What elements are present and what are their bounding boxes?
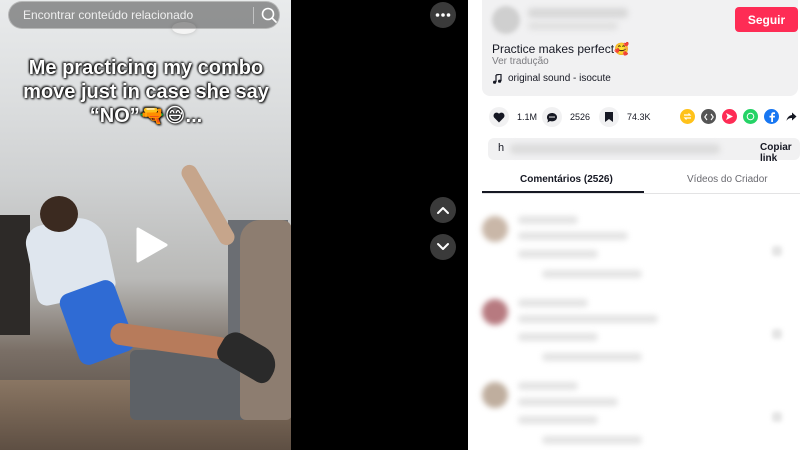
previous-video-button[interactable] xyxy=(430,197,456,223)
tab-comments[interactable]: Comentários (2526) xyxy=(520,174,613,185)
username-redacted xyxy=(528,8,628,18)
facebook-icon[interactable] xyxy=(764,109,779,124)
play-icon xyxy=(136,227,168,263)
details-panel: Seguir Practice makes perfect🥰 Ver tradu… xyxy=(468,0,800,450)
search-bar xyxy=(8,1,280,29)
scene-person2-arm xyxy=(178,162,238,248)
comment-text-redacted xyxy=(518,232,628,240)
comment-avatar[interactable] xyxy=(482,299,508,325)
comment-meta-redacted xyxy=(518,333,598,341)
comment-username-redacted xyxy=(518,216,578,224)
comment-like-icon[interactable] xyxy=(772,246,782,256)
comment-text-redacted xyxy=(518,398,618,406)
search-divider xyxy=(253,7,254,24)
likes-count: 1.1M xyxy=(517,112,538,122)
like-button[interactable]: 1.1M xyxy=(489,105,537,129)
comment-item xyxy=(482,378,792,450)
comment-item xyxy=(482,295,792,375)
video-link-box: h Copiar link xyxy=(488,138,800,164)
actions-row: 1.1M 2526 74.3K xyxy=(482,105,798,129)
music-note-icon xyxy=(493,73,502,84)
comment-icon xyxy=(542,107,562,127)
video-stage: Me practicing my combo move just in case… xyxy=(0,0,468,450)
comment-button[interactable]: 2526 xyxy=(542,105,590,129)
copy-link-button[interactable]: Copiar link xyxy=(760,142,800,164)
search-icon xyxy=(261,7,277,23)
see-translation-link[interactable]: Ver tradução xyxy=(492,56,549,67)
post-info-card: Seguir Practice makes perfect🥰 Ver tradu… xyxy=(482,0,798,96)
follow-button[interactable]: Seguir xyxy=(735,7,798,32)
scene-door xyxy=(0,215,30,335)
whatsapp-icon[interactable] xyxy=(743,109,758,124)
sound-name: original sound - isocute xyxy=(508,73,611,84)
comment-replies-redacted xyxy=(542,353,642,361)
more-options-button[interactable] xyxy=(430,2,456,28)
comment-username-redacted xyxy=(518,299,588,307)
bookmark-icon xyxy=(599,107,619,127)
comment-meta-redacted xyxy=(518,250,598,258)
sound-link[interactable]: original sound - isocute xyxy=(492,73,611,84)
comment-replies-redacted xyxy=(542,270,642,278)
comment-like-icon[interactable] xyxy=(772,329,782,339)
tab-creator-videos[interactable]: Vídeos do Criador xyxy=(687,174,768,185)
chevron-up-icon xyxy=(437,207,449,214)
saves-count: 74.3K xyxy=(627,112,651,122)
search-input[interactable] xyxy=(23,2,243,28)
video-player[interactable]: Me practicing my combo move just in case… xyxy=(0,0,291,450)
video-link-prefix: h xyxy=(498,142,505,154)
panel-tabs: Comentários (2526) Vídeos do Criador xyxy=(482,166,800,194)
send-icon[interactable] xyxy=(722,109,737,124)
comment-username-redacted xyxy=(518,382,578,390)
comment-meta-redacted xyxy=(518,416,598,424)
video-link-redacted xyxy=(510,144,720,154)
scene-person1-head xyxy=(40,196,78,232)
repost-icon[interactable] xyxy=(680,109,695,124)
comment-avatar[interactable] xyxy=(482,216,508,242)
nickname-redacted xyxy=(528,22,618,30)
next-video-button[interactable] xyxy=(430,234,456,260)
play-button[interactable] xyxy=(130,225,170,265)
post-description: Practice makes perfect🥰 xyxy=(492,42,629,56)
active-tab-indicator xyxy=(482,191,644,193)
scene-person2 xyxy=(240,220,291,420)
comments-count: 2526 xyxy=(570,112,591,122)
comment-replies-redacted xyxy=(542,436,642,444)
comment-item xyxy=(482,212,792,292)
comment-like-icon[interactable] xyxy=(772,412,782,422)
embed-icon[interactable] xyxy=(701,109,716,124)
more-dots-icon xyxy=(435,13,451,17)
heart-icon xyxy=(489,107,509,127)
avatar[interactable] xyxy=(492,6,520,34)
search-button[interactable] xyxy=(259,5,279,25)
chevron-down-icon xyxy=(437,243,449,250)
video-caption: Me practicing my combo move just in case… xyxy=(23,57,269,127)
comment-avatar[interactable] xyxy=(482,382,508,408)
comment-text-redacted xyxy=(518,315,658,323)
save-button[interactable]: 74.3K xyxy=(599,105,651,129)
share-arrow-icon[interactable] xyxy=(784,109,799,124)
